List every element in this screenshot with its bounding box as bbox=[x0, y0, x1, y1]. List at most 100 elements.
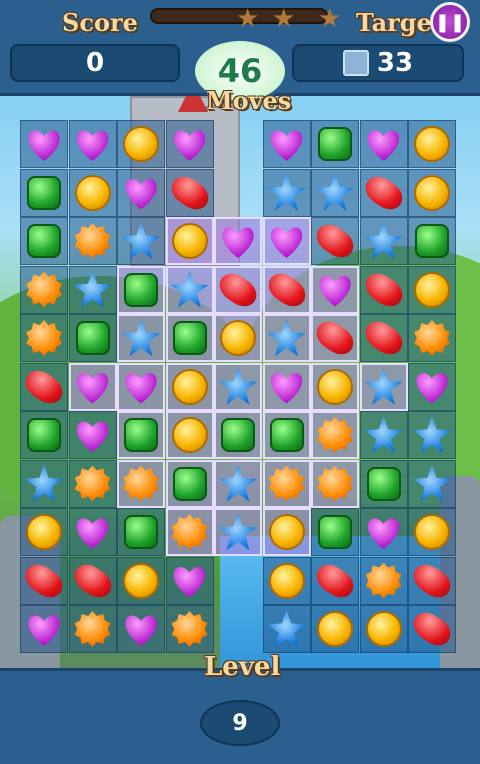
board-cell[interactable] bbox=[408, 362, 456, 411]
board-cell[interactable] bbox=[214, 217, 262, 265]
board-cell[interactable] bbox=[68, 362, 117, 411]
board-cell[interactable] bbox=[20, 168, 68, 217]
star-candy bbox=[364, 222, 403, 260]
board-cell[interactable] bbox=[20, 265, 68, 314]
board-cell[interactable] bbox=[311, 605, 359, 653]
board-cell[interactable] bbox=[408, 314, 456, 362]
board-cell[interactable] bbox=[165, 168, 214, 217]
board-cell[interactable] bbox=[359, 556, 408, 605]
board-cell[interactable] bbox=[117, 459, 165, 508]
board-cell[interactable] bbox=[262, 168, 311, 217]
board-cell[interactable] bbox=[311, 411, 359, 459]
board-cell[interactable] bbox=[214, 411, 262, 459]
board-cell[interactable] bbox=[262, 120, 311, 168]
board-cell[interactable] bbox=[20, 120, 68, 168]
board-cell[interactable] bbox=[311, 508, 359, 556]
board-cell[interactable] bbox=[214, 265, 262, 314]
board-cell[interactable] bbox=[20, 362, 68, 411]
board-cell[interactable] bbox=[262, 508, 311, 556]
board-cell[interactable] bbox=[408, 605, 456, 653]
board-cell[interactable] bbox=[165, 411, 214, 459]
board-cell[interactable] bbox=[117, 120, 165, 168]
board-cell[interactable] bbox=[311, 556, 359, 605]
board-cell[interactable] bbox=[68, 120, 117, 168]
board-cell[interactable] bbox=[214, 459, 262, 508]
board-cell[interactable] bbox=[165, 605, 214, 653]
board-cell[interactable] bbox=[68, 217, 117, 265]
board-cell[interactable] bbox=[311, 265, 359, 314]
board-cell[interactable] bbox=[359, 605, 408, 653]
board-cell[interactable] bbox=[408, 459, 456, 508]
board-cell[interactable] bbox=[359, 411, 408, 459]
board-cell[interactable] bbox=[359, 168, 408, 217]
board-cell[interactable] bbox=[117, 362, 165, 411]
board-cell[interactable] bbox=[165, 217, 214, 265]
board-cell[interactable] bbox=[68, 605, 117, 653]
board-cell[interactable] bbox=[20, 556, 68, 605]
board-cell[interactable] bbox=[117, 168, 165, 217]
board-cell[interactable] bbox=[262, 265, 311, 314]
board-cell[interactable] bbox=[359, 459, 408, 508]
board-cell[interactable] bbox=[117, 411, 165, 459]
board-cell[interactable] bbox=[262, 605, 311, 653]
board-cell[interactable] bbox=[262, 556, 311, 605]
board-cell[interactable] bbox=[117, 508, 165, 556]
board-cell[interactable] bbox=[311, 120, 359, 168]
pause-button[interactable]: ❚❚ bbox=[430, 2, 470, 42]
board-cell[interactable] bbox=[311, 314, 359, 362]
board-cell[interactable] bbox=[311, 168, 359, 217]
board-cell[interactable] bbox=[262, 314, 311, 362]
board-cell[interactable] bbox=[20, 314, 68, 362]
board-cell[interactable] bbox=[117, 265, 165, 314]
board-cell[interactable] bbox=[20, 411, 68, 459]
board-cell[interactable] bbox=[165, 459, 214, 508]
board-cell[interactable] bbox=[165, 508, 214, 556]
board-cell[interactable] bbox=[262, 459, 311, 508]
board-cell[interactable] bbox=[117, 605, 165, 653]
board-cell[interactable] bbox=[20, 508, 68, 556]
board-cell[interactable] bbox=[68, 411, 117, 459]
board-cell[interactable] bbox=[359, 120, 408, 168]
board-cell[interactable] bbox=[68, 265, 117, 314]
board-cell[interactable] bbox=[214, 314, 262, 362]
board-cell[interactable] bbox=[68, 508, 117, 556]
board-cell[interactable] bbox=[359, 217, 408, 265]
board-cell[interactable] bbox=[359, 314, 408, 362]
board-cell[interactable] bbox=[408, 265, 456, 314]
star-icon: ★ bbox=[236, 4, 260, 34]
board-cell[interactable] bbox=[408, 217, 456, 265]
board-cell[interactable] bbox=[68, 459, 117, 508]
board-cell[interactable] bbox=[165, 556, 214, 605]
board-cell[interactable] bbox=[20, 459, 68, 508]
board-cell[interactable] bbox=[68, 556, 117, 605]
board-cell[interactable] bbox=[214, 362, 262, 411]
board-cell[interactable] bbox=[117, 217, 165, 265]
level-label: Level bbox=[204, 652, 281, 682]
board-cell[interactable] bbox=[359, 265, 408, 314]
board-cell[interactable] bbox=[117, 556, 165, 605]
board-cell[interactable] bbox=[408, 556, 456, 605]
board-cell[interactable] bbox=[68, 168, 117, 217]
heart-candy bbox=[365, 515, 403, 549]
board-cell[interactable] bbox=[20, 217, 68, 265]
board-cell[interactable] bbox=[20, 605, 68, 653]
board-cell[interactable] bbox=[359, 362, 408, 411]
board-cell[interactable] bbox=[262, 362, 311, 411]
board-cell[interactable] bbox=[408, 508, 456, 556]
board-cell[interactable] bbox=[165, 120, 214, 168]
board-cell[interactable] bbox=[214, 508, 262, 556]
board-cell[interactable] bbox=[408, 120, 456, 168]
board-cell[interactable] bbox=[311, 217, 359, 265]
board-cell[interactable] bbox=[117, 314, 165, 362]
board-cell[interactable] bbox=[359, 508, 408, 556]
board-cell[interactable] bbox=[165, 362, 214, 411]
board-cell[interactable] bbox=[408, 168, 456, 217]
board-cell[interactable] bbox=[68, 314, 117, 362]
board-cell[interactable] bbox=[262, 217, 311, 265]
board-cell[interactable] bbox=[408, 411, 456, 459]
board-cell[interactable] bbox=[311, 459, 359, 508]
board-cell[interactable] bbox=[165, 265, 214, 314]
board-cell[interactable] bbox=[311, 362, 359, 411]
board-cell[interactable] bbox=[165, 314, 214, 362]
board-cell[interactable] bbox=[262, 411, 311, 459]
